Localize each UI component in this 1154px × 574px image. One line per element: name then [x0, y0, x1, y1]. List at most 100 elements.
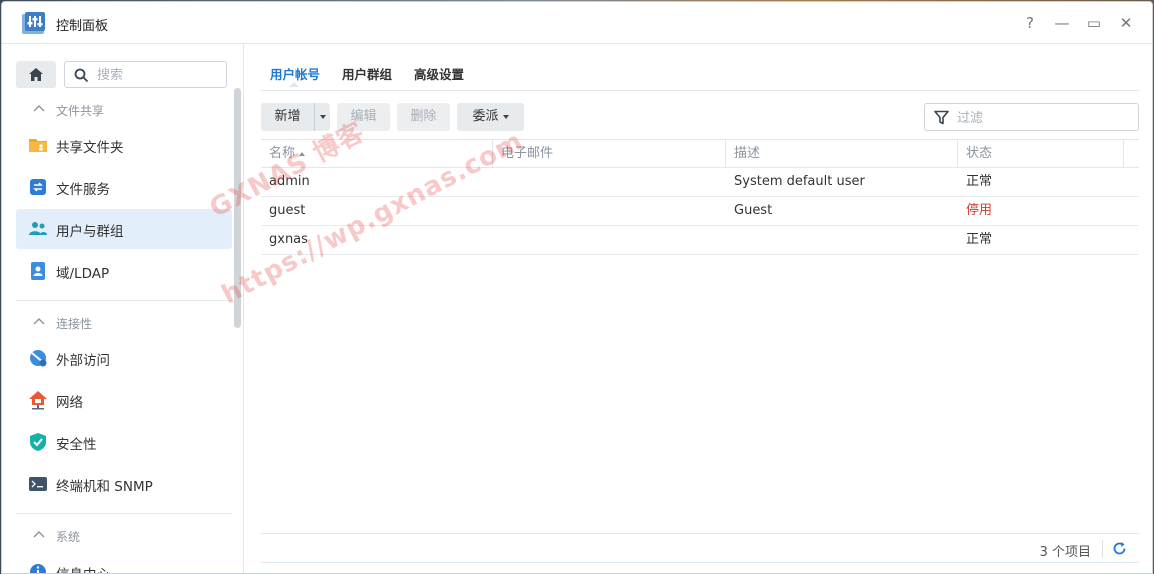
cell-status: 正常 [966, 174, 993, 189]
tab-user-groups[interactable]: 用户群组 [342, 64, 392, 83]
column-header-status[interactable]: 状态 [958, 140, 1124, 168]
sidebar-item-label: 共享文件夹 [56, 140, 124, 156]
cell-description: Guest [734, 203, 773, 218]
close-button[interactable]: ✕ [1118, 14, 1134, 32]
terminal-icon [29, 477, 47, 491]
network-icon [29, 391, 47, 410]
info-center-icon [30, 564, 46, 573]
cell-email [493, 197, 501, 225]
tab-advanced-settings[interactable]: 高级设置 [414, 64, 464, 83]
filter-input[interactable] [957, 109, 1127, 127]
sidebar-search [64, 61, 227, 88]
tab-user-accounts[interactable]: 用户帐号 [270, 64, 320, 83]
sidebar-item-domain-ldap[interactable]: 域/LDAP [16, 251, 232, 291]
table-row[interactable]: admin System default user 正常 [261, 168, 1139, 197]
edit-button[interactable]: 编辑 [337, 103, 390, 131]
file-services-icon [30, 179, 46, 195]
user-table: 名称 电子邮件 描述 状态 admin System default user … [261, 139, 1139, 533]
toolbar: 新增 编辑 删除 委派 [261, 103, 1139, 131]
sidebar-item-label: 用户与群组 [56, 224, 124, 240]
chevron-up-icon [33, 318, 45, 325]
active-tab-indicator [289, 82, 299, 87]
sidebar-item-info-center[interactable]: 信息中心 [16, 552, 232, 573]
home-button[interactable] [16, 61, 56, 88]
divider [16, 300, 232, 301]
domain-ldap-icon [31, 262, 45, 280]
sidebar-item-label: 安全性 [56, 437, 97, 453]
cell-status-disabled: 停用 [966, 203, 993, 218]
home-icon [29, 68, 43, 81]
section-file-sharing[interactable]: 文件共享 [2, 96, 232, 124]
search-input[interactable] [97, 66, 217, 84]
users-groups-icon [29, 222, 47, 235]
sidebar: 文件共享 共享文件夹 文件服务 用户与群 [2, 44, 244, 573]
table-header: 名称 电子邮件 描述 状态 [261, 139, 1139, 168]
column-label: 名称 [269, 146, 296, 161]
create-button[interactable]: 新增 [261, 103, 314, 131]
section-connectivity[interactable]: 连接性 [2, 309, 232, 337]
sidebar-item-label: 信息中心 [56, 563, 110, 573]
sidebar-item-label: 网络 [56, 395, 83, 411]
section-label: 连接性 [56, 317, 93, 331]
sidebar-item-shared-folder[interactable]: 共享文件夹 [16, 125, 232, 165]
item-count: 3 个项目 [1039, 545, 1091, 560]
sidebar-item-security[interactable]: 安全性 [16, 422, 232, 462]
main-panel: 用户帐号 用户群组 高级设置 新增 编辑 删除 委派 名称 电子邮件 [245, 44, 1152, 573]
section-label: 文件共享 [56, 104, 105, 118]
search-icon [74, 68, 89, 83]
minimize-button[interactable]: — [1054, 14, 1070, 32]
column-label: 描述 [734, 146, 761, 161]
cell-description: System default user [734, 174, 865, 189]
chevron-up-icon [33, 105, 45, 112]
tab-bar: 用户帐号 用户群组 高级设置 [261, 44, 1139, 91]
section-label: 系统 [56, 530, 81, 544]
table-footer: 3 个项目 [261, 533, 1139, 563]
table-row[interactable]: gxnas 正常 [261, 226, 1139, 255]
help-button[interactable]: ? [1022, 14, 1038, 32]
sidebar-item-label: 文件服务 [56, 182, 110, 198]
cell-name: admin [269, 174, 310, 189]
cell-status: 正常 [966, 232, 993, 247]
refresh-icon[interactable] [1112, 541, 1127, 556]
control-panel-window: 控制面板 ? — ▭ ✕ 文件共享 [1, 1, 1153, 574]
window-title: 控制面板 [56, 19, 109, 34]
divider [16, 513, 232, 514]
sidebar-item-label: 域/LDAP [56, 266, 110, 282]
sidebar-item-network[interactable]: 网络 [16, 380, 232, 420]
sidebar-item-external-access[interactable]: 外部访问 [16, 338, 232, 378]
sidebar-item-terminal-snmp[interactable]: 终端机和 SNMP [16, 464, 232, 504]
sidebar-item-file-services[interactable]: 文件服务 [16, 167, 232, 207]
sidebar-scrollbar[interactable] [234, 88, 241, 328]
table-row[interactable]: guest Guest 停用 [261, 197, 1139, 226]
sidebar-item-users-groups[interactable]: 用户与群组 [16, 209, 232, 249]
delegate-label: 委派 [472, 109, 499, 124]
cell-name: gxnas [269, 232, 308, 247]
sidebar-item-label: 终端机和 SNMP [56, 479, 153, 495]
chevron-up-icon [33, 531, 45, 538]
security-shield-icon [30, 433, 46, 451]
sort-ascending-icon [299, 151, 306, 156]
column-header-name[interactable]: 名称 [261, 140, 493, 168]
column-label: 状态 [966, 146, 993, 161]
section-system[interactable]: 系统 [2, 522, 232, 550]
filter-funnel-icon [934, 110, 949, 125]
caret-down-icon [320, 115, 326, 119]
cell-email [493, 226, 501, 254]
external-access-icon [30, 350, 47, 367]
footer-divider [1102, 540, 1103, 558]
shared-folder-icon [29, 139, 47, 152]
cell-name: guest [269, 203, 306, 218]
caret-down-icon [502, 114, 509, 119]
sidebar-item-label: 外部访问 [56, 353, 110, 369]
cell-description [726, 226, 734, 254]
delegate-button[interactable]: 委派 [457, 103, 524, 131]
control-panel-app-icon [22, 12, 45, 34]
delete-button[interactable]: 删除 [397, 103, 450, 131]
column-label: 电子邮件 [501, 146, 554, 161]
create-dropdown-button[interactable] [314, 103, 330, 131]
filter-box [924, 103, 1139, 131]
maximize-button[interactable]: ▭ [1086, 14, 1102, 32]
cell-email [493, 168, 501, 196]
column-header-description[interactable]: 描述 [726, 140, 958, 168]
column-header-email[interactable]: 电子邮件 [493, 140, 726, 168]
